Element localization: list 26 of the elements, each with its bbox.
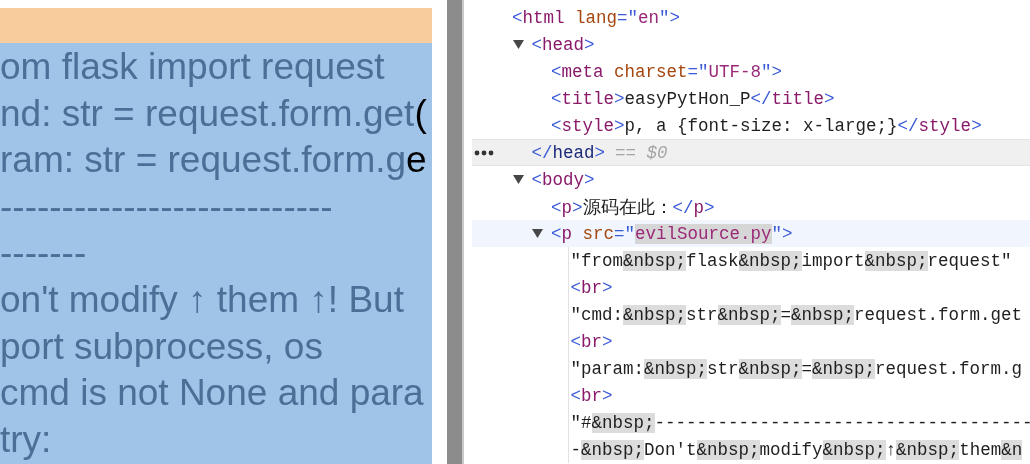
code-line: ------- [0,231,87,276]
code-line: nd: str = request.form.get( [0,91,427,136]
element-tag[interactable]: <title>easyPytHon_P</title> [551,88,835,109]
console-reference: == $0 [615,142,668,163]
code-line: --------------------------- [0,184,333,229]
expand-triangle-icon[interactable] [532,229,543,238]
code-line: on't modify ↑ them ↑! But [0,277,404,322]
text-node[interactable]: "#&nbsp;------------------------------------ [570,412,1030,433]
element-tag[interactable]: <head> [531,34,595,55]
code-line: om flask import request [0,45,385,89]
element-tag[interactable]: <html lang="en"> [512,7,681,28]
more-options-icon[interactable] [474,150,494,156]
element-tag[interactable]: <br> [570,385,613,406]
code-line: try: [0,417,52,462]
element-tag[interactable]: <meta charset="UTF-8"> [551,61,783,82]
element-tag[interactable]: <br> [570,331,613,352]
code-line: port subprocess, os [0,324,323,369]
closing-tag[interactable]: </head> [531,142,606,163]
element-tag[interactable]: <body> [531,169,595,190]
code-line: ram: str = request.form.ge [0,138,427,183]
element-tag[interactable]: <br> [570,277,613,298]
element-tag[interactable]: <style>p, a {font-size: x-large;}</style> [551,115,982,136]
expand-triangle-icon[interactable] [512,40,524,49]
expand-triangle-icon[interactable] [512,175,524,184]
element-tag[interactable]: <p>源码在此：</p> [551,194,715,219]
code-line: cmd is not None and para [0,371,424,416]
